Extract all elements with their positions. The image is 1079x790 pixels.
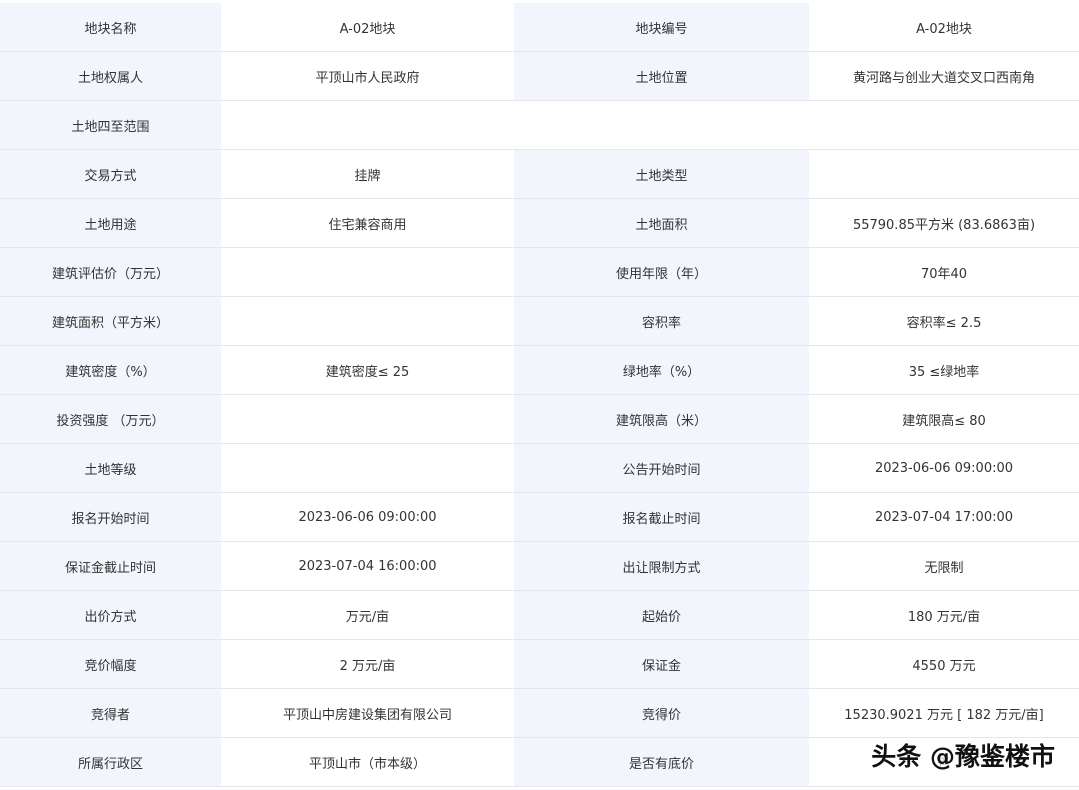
field-label: 建筑评估价（万元）	[0, 247, 221, 297]
field-value: 黄河路与创业大道交叉口西南角	[809, 51, 1079, 101]
field-label: 建筑密度（%）	[0, 345, 221, 395]
field-value: 建筑限高≤ 80	[809, 394, 1079, 444]
field-value: 平顶山市（市本级）	[221, 737, 514, 787]
field-label: 地块编号	[514, 3, 809, 52]
field-value: 平顶山市人民政府	[221, 51, 514, 101]
table-row: 土地用途 住宅兼容商用 土地面积 55790.85平方米 (83.6863亩)	[0, 198, 1079, 248]
field-label: 容积率	[514, 296, 809, 346]
field-label: 使用年限（年）	[514, 247, 809, 297]
land-info-table: 地块名称 A-02地块 地块编号 A-02地块 土地权属人 平顶山市人民政府 土…	[0, 3, 1079, 787]
field-label: 保证金	[514, 639, 809, 689]
field-value	[221, 443, 514, 493]
field-label: 公告开始时间	[514, 443, 809, 493]
field-value: 2023-06-06 09:00:00	[809, 443, 1079, 493]
field-label: 竞得价	[514, 688, 809, 738]
field-value: 70年40	[809, 247, 1079, 297]
field-value: 容积率≤ 2.5	[809, 296, 1079, 346]
table-row: 土地权属人 平顶山市人民政府 土地位置 黄河路与创业大道交叉口西南角	[0, 51, 1079, 101]
field-label: 所属行政区	[0, 737, 221, 787]
field-value	[221, 247, 514, 297]
field-value: 2023-07-04 16:00:00	[221, 541, 514, 591]
field-value	[221, 100, 1079, 150]
table-row: 建筑密度（%） 建筑密度≤ 25 绿地率（%） 35 ≤绿地率	[0, 345, 1079, 395]
field-label: 土地类型	[514, 149, 809, 199]
watermark-logo: 头条 @豫鉴楼市	[871, 742, 1055, 771]
table-row: 地块名称 A-02地块 地块编号 A-02地块	[0, 3, 1079, 52]
field-label: 地块名称	[0, 3, 221, 52]
table-row: 出价方式 万元/亩 起始价 180 万元/亩	[0, 590, 1079, 640]
field-label: 建筑限高（米）	[514, 394, 809, 444]
land-info-body: 地块名称 A-02地块 地块编号 A-02地块 土地权属人 平顶山市人民政府 土…	[0, 3, 1079, 787]
field-label: 土地等级	[0, 443, 221, 493]
field-value: 建筑密度≤ 25	[221, 345, 514, 395]
field-value	[809, 149, 1079, 199]
field-label: 土地四至范围	[0, 100, 221, 150]
field-value: 住宅兼容商用	[221, 198, 514, 248]
field-value: 挂牌	[221, 149, 514, 199]
table-row: 建筑评估价（万元） 使用年限（年） 70年40	[0, 247, 1079, 297]
field-label: 保证金截止时间	[0, 541, 221, 591]
field-value: 万元/亩	[221, 590, 514, 640]
table-row: 土地等级 公告开始时间 2023-06-06 09:00:00	[0, 443, 1079, 493]
field-label: 出让限制方式	[514, 541, 809, 591]
field-label: 起始价	[514, 590, 809, 640]
field-value: 180 万元/亩	[809, 590, 1079, 640]
table-row: 投资强度 （万元） 建筑限高（米） 建筑限高≤ 80	[0, 394, 1079, 444]
field-label: 出价方式	[0, 590, 221, 640]
table-row: 竞得者 平顶山中房建设集团有限公司 竞得价 15230.9021 万元 [ 18…	[0, 688, 1079, 738]
field-label: 竞得者	[0, 688, 221, 738]
field-label: 土地位置	[514, 51, 809, 101]
field-value: 55790.85平方米 (83.6863亩)	[809, 198, 1079, 248]
field-label: 绿地率（%）	[514, 345, 809, 395]
field-label: 土地面积	[514, 198, 809, 248]
table-row: 竞价幅度 2 万元/亩 保证金 4550 万元	[0, 639, 1079, 689]
field-label: 报名截止时间	[514, 492, 809, 542]
field-value: 2023-07-04 17:00:00	[809, 492, 1079, 542]
field-value: 2023-06-06 09:00:00	[221, 492, 514, 542]
field-value: 15230.9021 万元 [ 182 万元/亩]	[809, 688, 1079, 738]
field-label: 土地权属人	[0, 51, 221, 101]
table-row: 土地四至范围	[0, 100, 1079, 150]
table-row: 建筑面积（平方米） 容积率 容积率≤ 2.5	[0, 296, 1079, 346]
field-value	[221, 394, 514, 444]
field-value: 35 ≤绿地率	[809, 345, 1079, 395]
table-row: 保证金截止时间 2023-07-04 16:00:00 出让限制方式 无限制	[0, 541, 1079, 591]
field-label: 建筑面积（平方米）	[0, 296, 221, 346]
field-value: 平顶山中房建设集团有限公司	[221, 688, 514, 738]
field-value: 无限制	[809, 541, 1079, 591]
field-label: 交易方式	[0, 149, 221, 199]
table-row: 交易方式 挂牌 土地类型	[0, 149, 1079, 199]
field-label: 投资强度 （万元）	[0, 394, 221, 444]
field-value: 2 万元/亩	[221, 639, 514, 689]
field-label: 土地用途	[0, 198, 221, 248]
field-value	[221, 296, 514, 346]
table-row: 报名开始时间 2023-06-06 09:00:00 报名截止时间 2023-0…	[0, 492, 1079, 542]
field-value: 4550 万元	[809, 639, 1079, 689]
field-label: 报名开始时间	[0, 492, 221, 542]
field-label: 竞价幅度	[0, 639, 221, 689]
field-value: A-02地块	[809, 3, 1079, 52]
field-label: 是否有底价	[514, 737, 809, 787]
field-value: A-02地块	[221, 3, 514, 52]
